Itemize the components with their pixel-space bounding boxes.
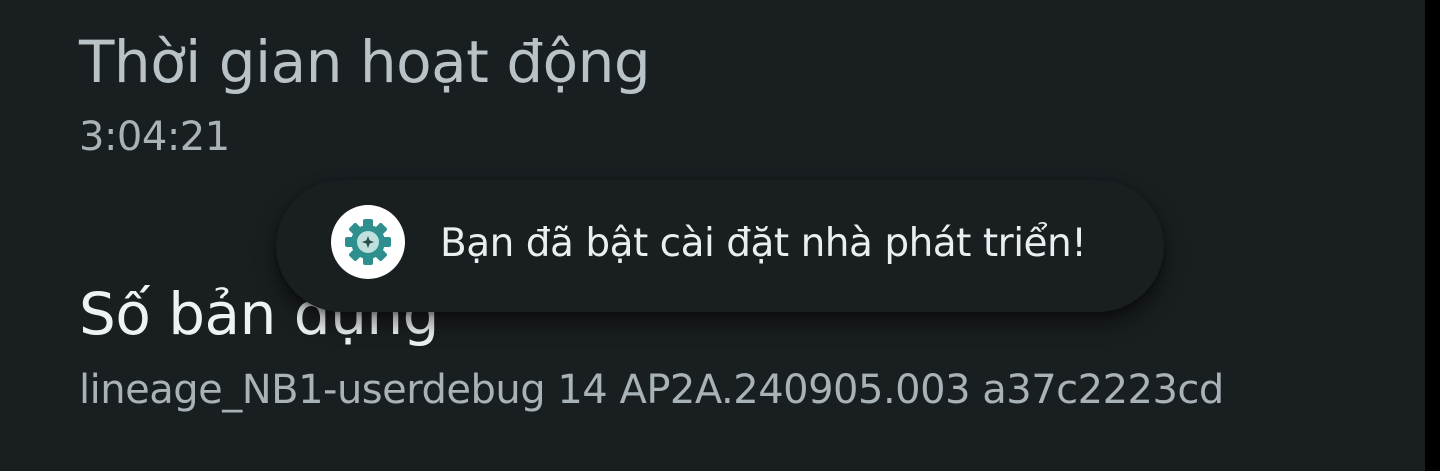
build-number-value: lineage_NB1-userdebug 14 AP2A.240905.003… (79, 367, 1224, 413)
toast-message: Bạn đã bật cài đặt nhà phát triển! (276, 180, 1164, 312)
toast-text: Bạn đã bật cài đặt nhà phát triển! (440, 221, 1087, 266)
about-phone-screen: Thời gian hoạt động 3:04:21 Số bản dựng … (0, 0, 1425, 471)
uptime-value: 3:04:21 (79, 114, 230, 160)
screen-edge (1425, 0, 1440, 471)
settings-gear-icon (331, 205, 405, 279)
uptime-title: Thời gian hoạt động (79, 28, 651, 96)
